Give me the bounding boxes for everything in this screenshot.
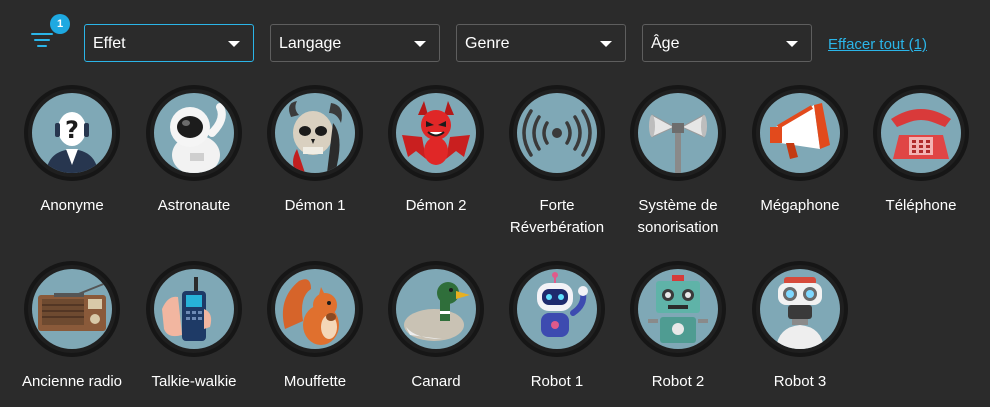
filter-toggle-button[interactable]: 1 (28, 14, 70, 56)
effect-label: Robot 2 (651, 373, 705, 390)
effect-avatar (388, 261, 484, 357)
effect-label: Démon 2 (405, 197, 467, 214)
effect-label: Mouffette (283, 373, 347, 390)
effect-label: Astronaute (157, 197, 231, 214)
effect-label: Système de sonorisation (637, 197, 719, 236)
effect-avatar (24, 261, 120, 357)
robot-3-icon (776, 277, 824, 349)
effect-label: Canard (411, 373, 461, 390)
effect-avatar: ? (24, 85, 120, 181)
effect-avatar (630, 85, 726, 181)
chevron-down-icon (600, 41, 612, 47)
effect-filter-value: Effet (93, 35, 126, 52)
megaphone-icon (770, 103, 830, 159)
chevron-down-icon (414, 41, 426, 47)
svg-text:?: ? (65, 116, 79, 144)
genre-filter-select[interactable]: Genre (456, 24, 626, 62)
chevron-down-icon (228, 41, 240, 47)
clear-all-link[interactable]: Effacer tout (1) (828, 36, 927, 53)
effect-label: Anonyme (40, 197, 104, 214)
effect-label: Robot 3 (773, 373, 827, 390)
effect-label: Forte Réverbération (509, 197, 605, 236)
effect-avatar (873, 85, 969, 181)
astronaut-icon (170, 103, 226, 173)
filter-count-badge: 1 (50, 14, 70, 34)
effect-avatar (752, 85, 848, 181)
chevron-down-icon (786, 41, 798, 47)
effect-label: Téléphone (885, 197, 957, 214)
effect-avatar (752, 261, 848, 357)
effect-avatar (267, 85, 363, 181)
filter-icon (31, 33, 53, 35)
effect-avatar (146, 85, 242, 181)
effect-label: Robot 1 (530, 373, 584, 390)
effect-avatar (509, 85, 605, 181)
effect-filter-select[interactable]: Effet (84, 24, 254, 62)
robot-1-icon (537, 272, 588, 337)
language-filter-select[interactable]: Langage (270, 24, 440, 62)
filter-icon-line (37, 45, 47, 47)
effect-label: Talkie-walkie (151, 373, 237, 390)
effect-avatar (267, 261, 363, 357)
red-devil-icon (402, 101, 470, 165)
reverb-icon (522, 109, 592, 157)
anonymous-icon: ? (46, 112, 98, 173)
squirrel-icon (282, 279, 339, 345)
telephone-icon (891, 109, 951, 159)
walkie-talkie-icon (162, 277, 212, 341)
effect-avatar (509, 261, 605, 357)
effect-avatar (388, 85, 484, 181)
age-filter-value: Âge (651, 35, 680, 52)
pa-speaker-icon (649, 114, 707, 173)
effect-label: Démon 1 (284, 197, 346, 214)
age-filter-select[interactable]: Âge (642, 24, 812, 62)
effect-avatar (146, 261, 242, 357)
filter-icon-line (34, 39, 50, 41)
language-filter-value: Langage (279, 35, 342, 52)
effect-avatar (630, 261, 726, 357)
effect-label: Ancienne radio (21, 373, 123, 390)
duck-icon (404, 282, 470, 341)
old-radio-icon (38, 282, 107, 331)
genre-filter-value: Genre (465, 35, 510, 52)
robot-2-icon (648, 275, 708, 343)
skull-demon-icon (289, 101, 342, 173)
filter-bar: 1 Effet Langage Genre Âge Effacer tout (… (0, 0, 990, 80)
effect-label: Mégaphone (760, 197, 840, 214)
